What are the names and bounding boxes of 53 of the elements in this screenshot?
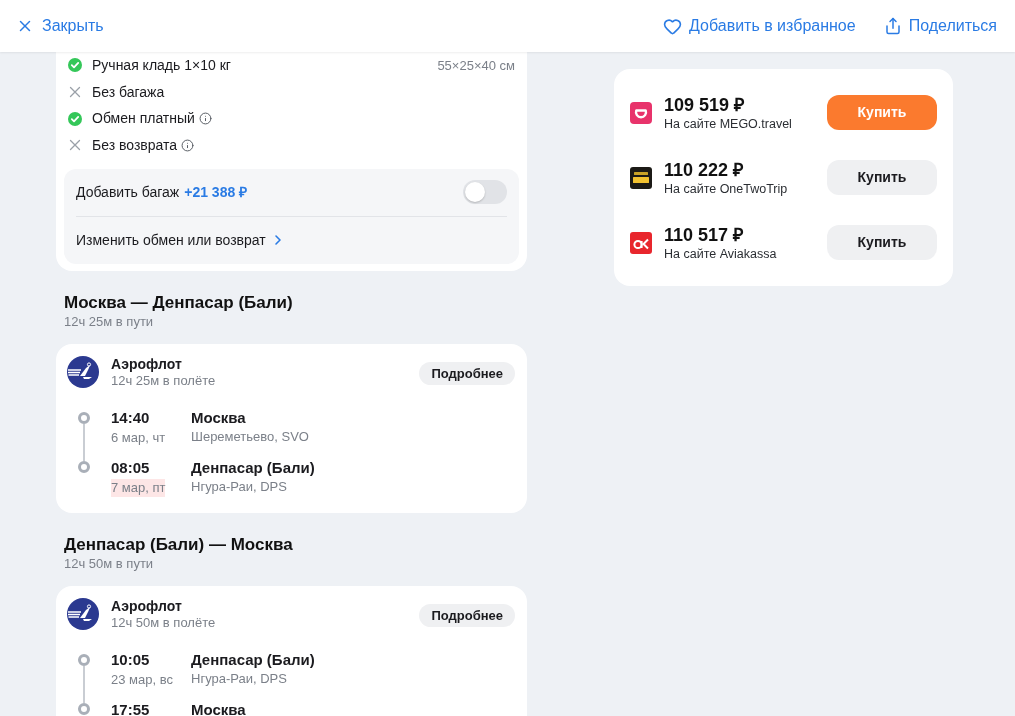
site-logo-icon	[630, 231, 652, 254]
favorite-button[interactable]: Добавить в избранное	[663, 14, 856, 38]
baggage-price: +21 388 ₽	[184, 182, 248, 202]
city-name: Москва	[191, 699, 247, 716]
offer-site: На сайте MEGO.travel	[664, 115, 792, 132]
flight-date: 6 мар, чт	[111, 428, 166, 447]
offer-site: На сайте Aviakassa	[664, 245, 777, 262]
add-baggage-label: Добавить багаж	[76, 182, 180, 202]
baggage-toggle[interactable]	[463, 180, 507, 205]
airline-name: Аэрофлот	[111, 596, 183, 615]
airline-logo-icon	[67, 355, 99, 388]
travel-duration: 12ч 50м в пути	[63, 555, 155, 572]
tariff-condition: Ручная кладь 1×10 кг	[92, 55, 231, 75]
flight-duration: 12ч 25м в полёте	[111, 372, 216, 389]
airport-name: Нгура-Раи, DPS	[191, 477, 288, 496]
tariff-condition: Обмен платный	[92, 109, 195, 129]
city-name: Москва	[191, 407, 247, 428]
flight-date: 23 мар, вс	[111, 670, 173, 689]
city-name: Денпасар (Бали)	[191, 457, 315, 478]
stop-time: 10:05	[111, 649, 151, 670]
share-button[interactable]: Поделиться	[883, 14, 997, 38]
timeline-line	[83, 423, 85, 461]
share-icon	[883, 17, 902, 35]
heart-icon	[663, 16, 682, 36]
route-title: Денпасар (Бали) — Москва	[63, 534, 294, 555]
change-terms-link[interactable]: Изменить обмен или возврат	[76, 229, 286, 251]
tariff-condition: Без возврата	[92, 135, 178, 155]
timeline-line	[83, 665, 85, 703]
offer-price: 110 517 ₽	[664, 223, 745, 246]
offer-price: 110 222 ₽	[664, 158, 745, 181]
stop-time: 17:55	[111, 699, 151, 716]
stop-time: 08:05	[111, 457, 151, 478]
site-logo-icon	[630, 166, 652, 189]
offer-price: 109 519 ₽	[664, 93, 746, 116]
flight-duration: 12ч 50м в полёте	[111, 614, 216, 631]
offer-site: На сайте OneTwoTrip	[664, 180, 788, 197]
route-title: Москва — Денпасар (Бали)	[63, 292, 294, 313]
airport-name: Нгура-Раи, DPS	[191, 669, 288, 688]
buy-button[interactable]: Купить	[827, 160, 937, 195]
stop-time: 14:40	[111, 407, 151, 428]
details-button[interactable]: Подробнее	[419, 604, 515, 628]
baggage-size: 55×25×40 см	[437, 56, 515, 75]
flight-date: 7 мар, пт	[111, 478, 166, 497]
airline-logo-icon	[67, 597, 99, 630]
close-button[interactable]: Закрыть	[16, 14, 104, 38]
city-name: Денпасар (Бали)	[191, 649, 315, 670]
details-button[interactable]: Подробнее	[419, 362, 515, 386]
buy-button[interactable]: Купить	[827, 225, 937, 260]
site-logo-icon	[630, 101, 652, 124]
airport-name: Шереметьево, SVO	[191, 427, 310, 446]
airline-name: Аэрофлот	[111, 354, 183, 373]
tariff-condition: Без багажа	[92, 82, 165, 102]
travel-duration: 12ч 25м в пути	[63, 313, 155, 330]
